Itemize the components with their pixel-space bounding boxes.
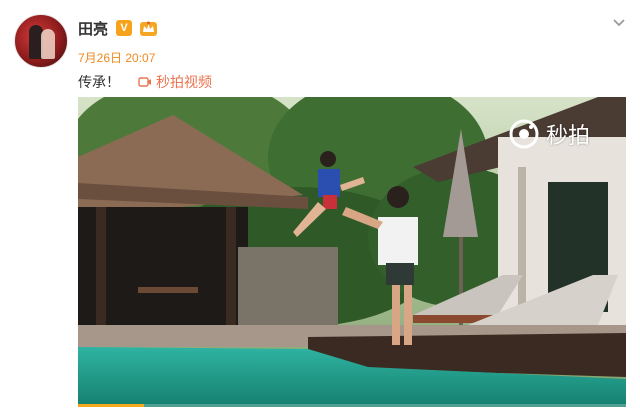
miaopai-logo-icon — [509, 119, 539, 149]
post-text: 传承！ — [78, 75, 120, 91]
avatar[interactable] — [14, 14, 68, 68]
chevron-down-icon[interactable] — [612, 16, 626, 30]
video-link-label: 秒拍视频 — [156, 75, 212, 91]
video-player[interactable]: 秒拍 — [78, 97, 626, 407]
video-watermark: 秒拍 — [508, 117, 626, 151]
post-timestamp[interactable]: 7月26日 20:07 — [78, 49, 155, 66]
verified-v-icon[interactable]: V — [116, 20, 132, 36]
video-link[interactable]: 秒拍视频 — [138, 72, 212, 92]
video-progress-bar[interactable] — [78, 404, 626, 407]
avatar-figure-right — [41, 29, 55, 59]
watermark-text: 秒拍 — [546, 124, 591, 149]
member-crown-icon[interactable] — [139, 19, 158, 37]
username[interactable]: 田亮 — [78, 18, 108, 39]
video-progress-fill — [78, 404, 144, 407]
video-camera-icon — [138, 77, 151, 87]
